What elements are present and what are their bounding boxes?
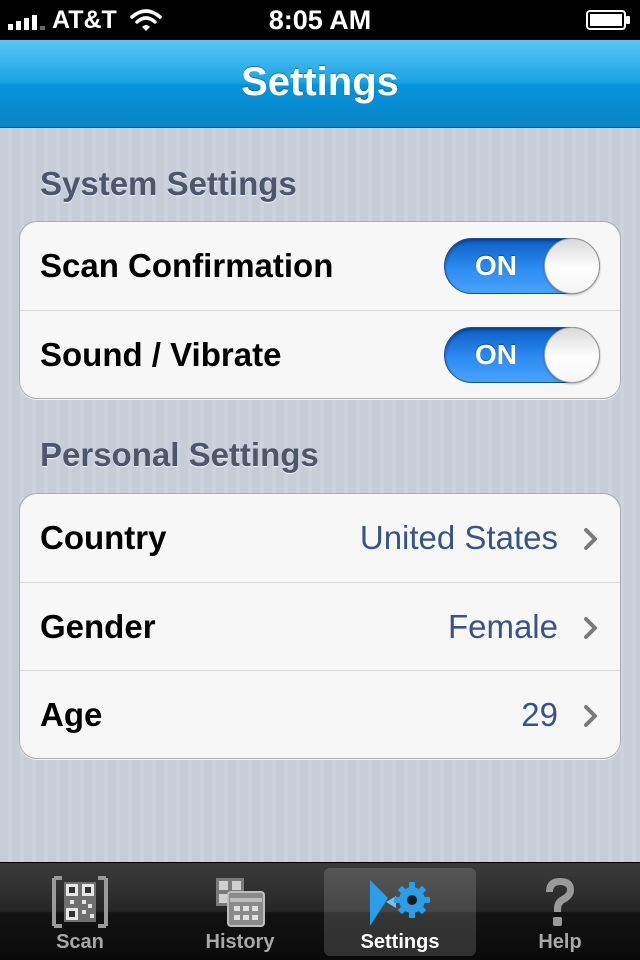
tab-label: Help bbox=[538, 931, 582, 953]
row-country[interactable]: Country United States bbox=[20, 494, 620, 582]
tab-label: Settings bbox=[360, 931, 440, 953]
row-scan-confirmation: Scan Confirmation ON bbox=[20, 222, 620, 310]
row-sound-vibrate: Sound / Vibrate ON bbox=[20, 310, 620, 398]
tab-help[interactable]: Help bbox=[484, 868, 636, 956]
tab-settings[interactable]: Settings bbox=[324, 868, 476, 956]
chevron-right-icon bbox=[582, 704, 600, 728]
personal-settings-group: Country United States Gender Female Age … bbox=[19, 493, 621, 759]
settings-gears-icon bbox=[370, 874, 430, 930]
row-label: Age bbox=[40, 696, 103, 733]
chevron-right-icon bbox=[582, 527, 600, 551]
system-settings-group: Scan Confirmation ON Sound / Vibrate ON bbox=[19, 221, 621, 399]
status-time: 8:05 AM bbox=[268, 5, 372, 35]
tab-label: Scan bbox=[56, 931, 104, 953]
section-header-personal-settings: Personal Settings bbox=[40, 436, 319, 473]
navigation-bar: Settings bbox=[0, 40, 640, 128]
question-mark-icon bbox=[530, 874, 590, 930]
row-label: Gender bbox=[40, 608, 156, 645]
row-label: Sound / Vibrate bbox=[40, 336, 282, 373]
toggle-state-label: ON bbox=[475, 250, 517, 281]
toggle-knob[interactable] bbox=[544, 327, 600, 383]
section-header-system-settings: System Settings bbox=[40, 165, 297, 202]
row-label: Scan Confirmation bbox=[40, 247, 334, 284]
row-gender[interactable]: Gender Female bbox=[20, 582, 620, 670]
tab-history[interactable]: History bbox=[164, 868, 316, 956]
scan-confirmation-toggle[interactable]: ON bbox=[444, 238, 600, 294]
history-icon bbox=[210, 874, 270, 930]
tab-bar: Scan History Settings Help bbox=[0, 862, 640, 960]
chevron-right-icon bbox=[582, 616, 600, 640]
row-label: Country bbox=[40, 519, 167, 556]
toggle-state-label: ON bbox=[475, 339, 517, 370]
page-title: Settings bbox=[241, 60, 399, 104]
row-age[interactable]: Age 29 bbox=[20, 670, 620, 758]
battery-icon bbox=[586, 9, 632, 31]
age-value: 29 bbox=[521, 696, 558, 733]
settings-content[interactable]: System Settings Scan Confirmation ON Sou… bbox=[0, 128, 640, 862]
tab-label: History bbox=[205, 931, 275, 953]
status-bar: AT&T 8:05 AM bbox=[0, 0, 640, 40]
country-value: United States bbox=[359, 519, 558, 556]
gender-value: Female bbox=[447, 608, 558, 645]
tab-scan[interactable]: Scan bbox=[4, 868, 156, 956]
toggle-knob[interactable] bbox=[544, 238, 600, 294]
qr-code-icon bbox=[50, 874, 110, 930]
sound-vibrate-toggle[interactable]: ON bbox=[444, 327, 600, 383]
